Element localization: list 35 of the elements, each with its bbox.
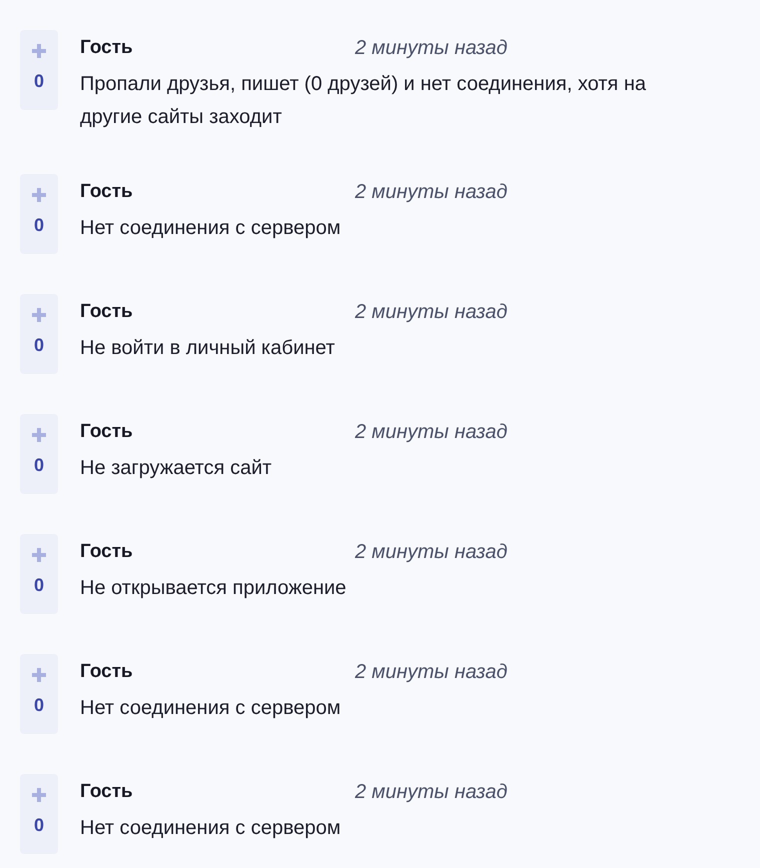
comment-text: Не войти в личный кабинет: [80, 336, 336, 361]
vote-count: 0: [34, 694, 44, 716]
vote-count: 0: [34, 814, 44, 836]
comment-time: 2 минуты назад: [355, 420, 508, 444]
plus-icon[interactable]: [30, 306, 48, 324]
plus-icon[interactable]: [30, 546, 48, 564]
vote-count: 0: [34, 454, 44, 476]
plus-icon[interactable]: [30, 426, 48, 444]
comment-text: Нет соединения с сервером: [80, 696, 342, 721]
vote-count: 0: [34, 574, 44, 596]
comment-time: 2 минуты назад: [355, 660, 508, 684]
author-name: Гость: [80, 37, 134, 59]
comment-text: Нет соединения с сервером: [80, 216, 342, 241]
vote-count: 0: [34, 334, 44, 356]
comment-time: 2 минуты назад: [355, 36, 508, 60]
author-name: Гость: [80, 781, 134, 803]
comment-text: Пропали друзья, пишет (0 друзей) и нет соединения, хотя на другие сайты заходит: [80, 72, 647, 130]
author-name: Гость: [80, 421, 134, 443]
comment-time: 2 минуты назад: [355, 540, 508, 564]
comment-time: 2 минуты назад: [355, 300, 508, 324]
comment-text: Не загружается сайт: [80, 456, 273, 481]
vote-count: 0: [34, 214, 44, 236]
comment-text: Не открывается приложение: [80, 576, 348, 601]
vote-count: 0: [34, 70, 44, 92]
comment-time: 2 минуты назад: [355, 180, 508, 204]
author-name: Гость: [80, 301, 134, 323]
plus-icon[interactable]: [30, 786, 48, 804]
author-name: Гость: [80, 181, 134, 203]
plus-icon[interactable]: [30, 186, 48, 204]
author-name: Гость: [80, 661, 134, 683]
comment-time: 2 минуты назад: [355, 780, 508, 804]
plus-icon[interactable]: [30, 42, 48, 60]
plus-icon[interactable]: [30, 666, 48, 684]
author-name: Гость: [80, 541, 134, 563]
comment-text: Нет соединения с сервером: [80, 816, 342, 841]
